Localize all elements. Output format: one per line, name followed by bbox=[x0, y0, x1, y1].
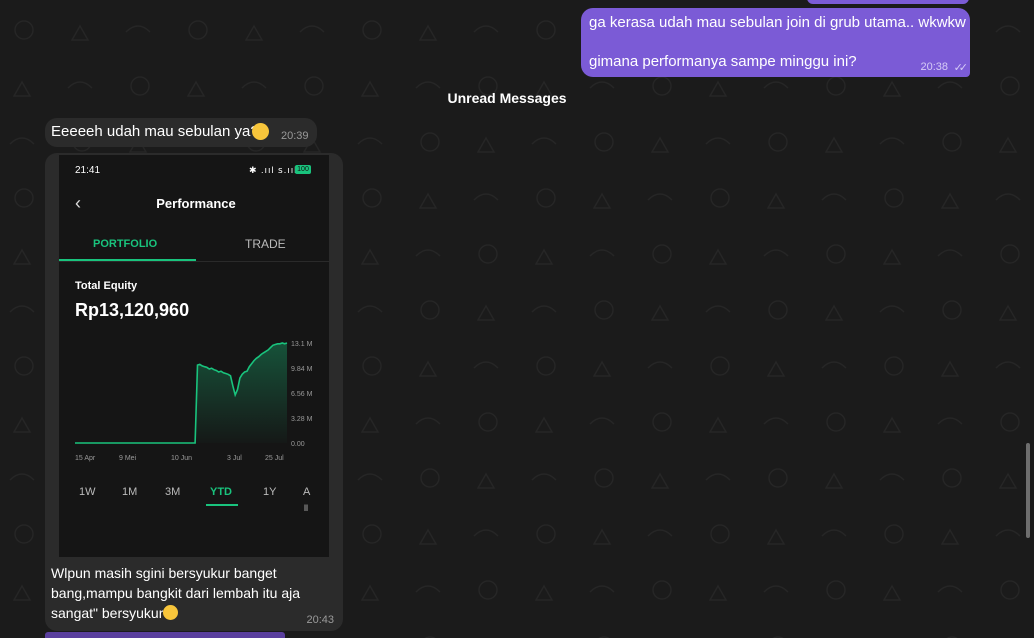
battery-icon: 100 bbox=[295, 165, 311, 174]
total-equity-label: Total Equity bbox=[75, 280, 138, 292]
x-tick-label: 25 Jul bbox=[265, 455, 284, 462]
outgoing-timestamp: 20:38 bbox=[920, 61, 948, 73]
previous-bubble-edge bbox=[807, 0, 969, 4]
incoming-photo-timestamp: 20:43 bbox=[306, 614, 334, 626]
incoming-photo-message[interactable]: 21:41 ✱ .ııl ꜱ.ııl 100 ‹ Performance POR… bbox=[45, 153, 343, 631]
timeframe-all-extra: ll bbox=[304, 503, 308, 513]
y-tick-label: 3.28 M bbox=[291, 416, 313, 423]
next-message-edge bbox=[45, 632, 285, 638]
grinning-face-icon bbox=[252, 123, 269, 140]
grinning-face-icon bbox=[163, 605, 179, 620]
timeframe-3m: 3M bbox=[165, 486, 181, 498]
incoming-message[interactable]: Eeeeeh udah mau sebulan ya? 20:39 bbox=[45, 118, 317, 147]
x-tick-label: 3 Jul bbox=[227, 455, 242, 462]
signal-icons: ✱ .ııl ꜱ.ııl bbox=[249, 165, 298, 175]
read-receipt-icon: ✓✓ bbox=[953, 62, 969, 74]
incoming-timestamp: 20:39 bbox=[281, 130, 309, 142]
tab-trade: TRADE bbox=[245, 237, 286, 251]
timeframe-all: A bbox=[303, 486, 311, 498]
timeframe-1y: 1Y bbox=[263, 486, 277, 498]
equity-chart: 13.1 M 9.84 M 6.56 M 3.28 M 0.00 15 Apr 9 Mei 1… bbox=[75, 341, 313, 462]
y-tick-label: 6.56 M bbox=[291, 391, 313, 398]
y-tick-label: 13.1 M bbox=[291, 341, 313, 348]
x-tick-label: 10 Jun bbox=[171, 455, 192, 462]
unread-messages-divider: Unread Messages bbox=[447, 90, 567, 106]
timeframe-ytd: YTD bbox=[210, 486, 232, 498]
performance-title: Performance bbox=[156, 196, 236, 211]
y-tick-label: 0.00 bbox=[291, 441, 305, 448]
outgoing-message-line2: gimana performanya sampe minggu ini? bbox=[589, 53, 857, 70]
scrollbar[interactable] bbox=[1026, 443, 1030, 538]
phone-status-time: 21:41 bbox=[75, 165, 101, 176]
photo-attachment[interactable]: 21:41 ✱ .ııl ꜱ.ııl 100 ‹ Performance POR… bbox=[59, 155, 329, 557]
tab-portfolio: PORTFOLIO bbox=[93, 238, 158, 250]
total-equity-value: Rp13,120,960 bbox=[75, 300, 190, 320]
equity-area bbox=[75, 343, 287, 443]
timeframe-indicator bbox=[206, 504, 238, 506]
timeframe-1m: 1M bbox=[122, 486, 138, 498]
x-tick-label: 9 Mei bbox=[119, 455, 137, 462]
y-tick-label: 9.84 M bbox=[291, 366, 313, 373]
outgoing-message-line1: ga kerasa udah mau sebulan join di grub … bbox=[589, 14, 966, 31]
incoming-caption: Wlpun masih sgini bersyukur banget bang,… bbox=[51, 563, 336, 623]
divider bbox=[59, 261, 329, 262]
x-tick-label: 15 Apr bbox=[75, 455, 96, 462]
incoming-message-text: Eeeeeh udah mau sebulan ya? bbox=[51, 123, 259, 140]
outgoing-message[interactable]: ga kerasa udah mau sebulan join di grub … bbox=[581, 0, 970, 77]
timeframe-1w: 1W bbox=[79, 486, 96, 498]
